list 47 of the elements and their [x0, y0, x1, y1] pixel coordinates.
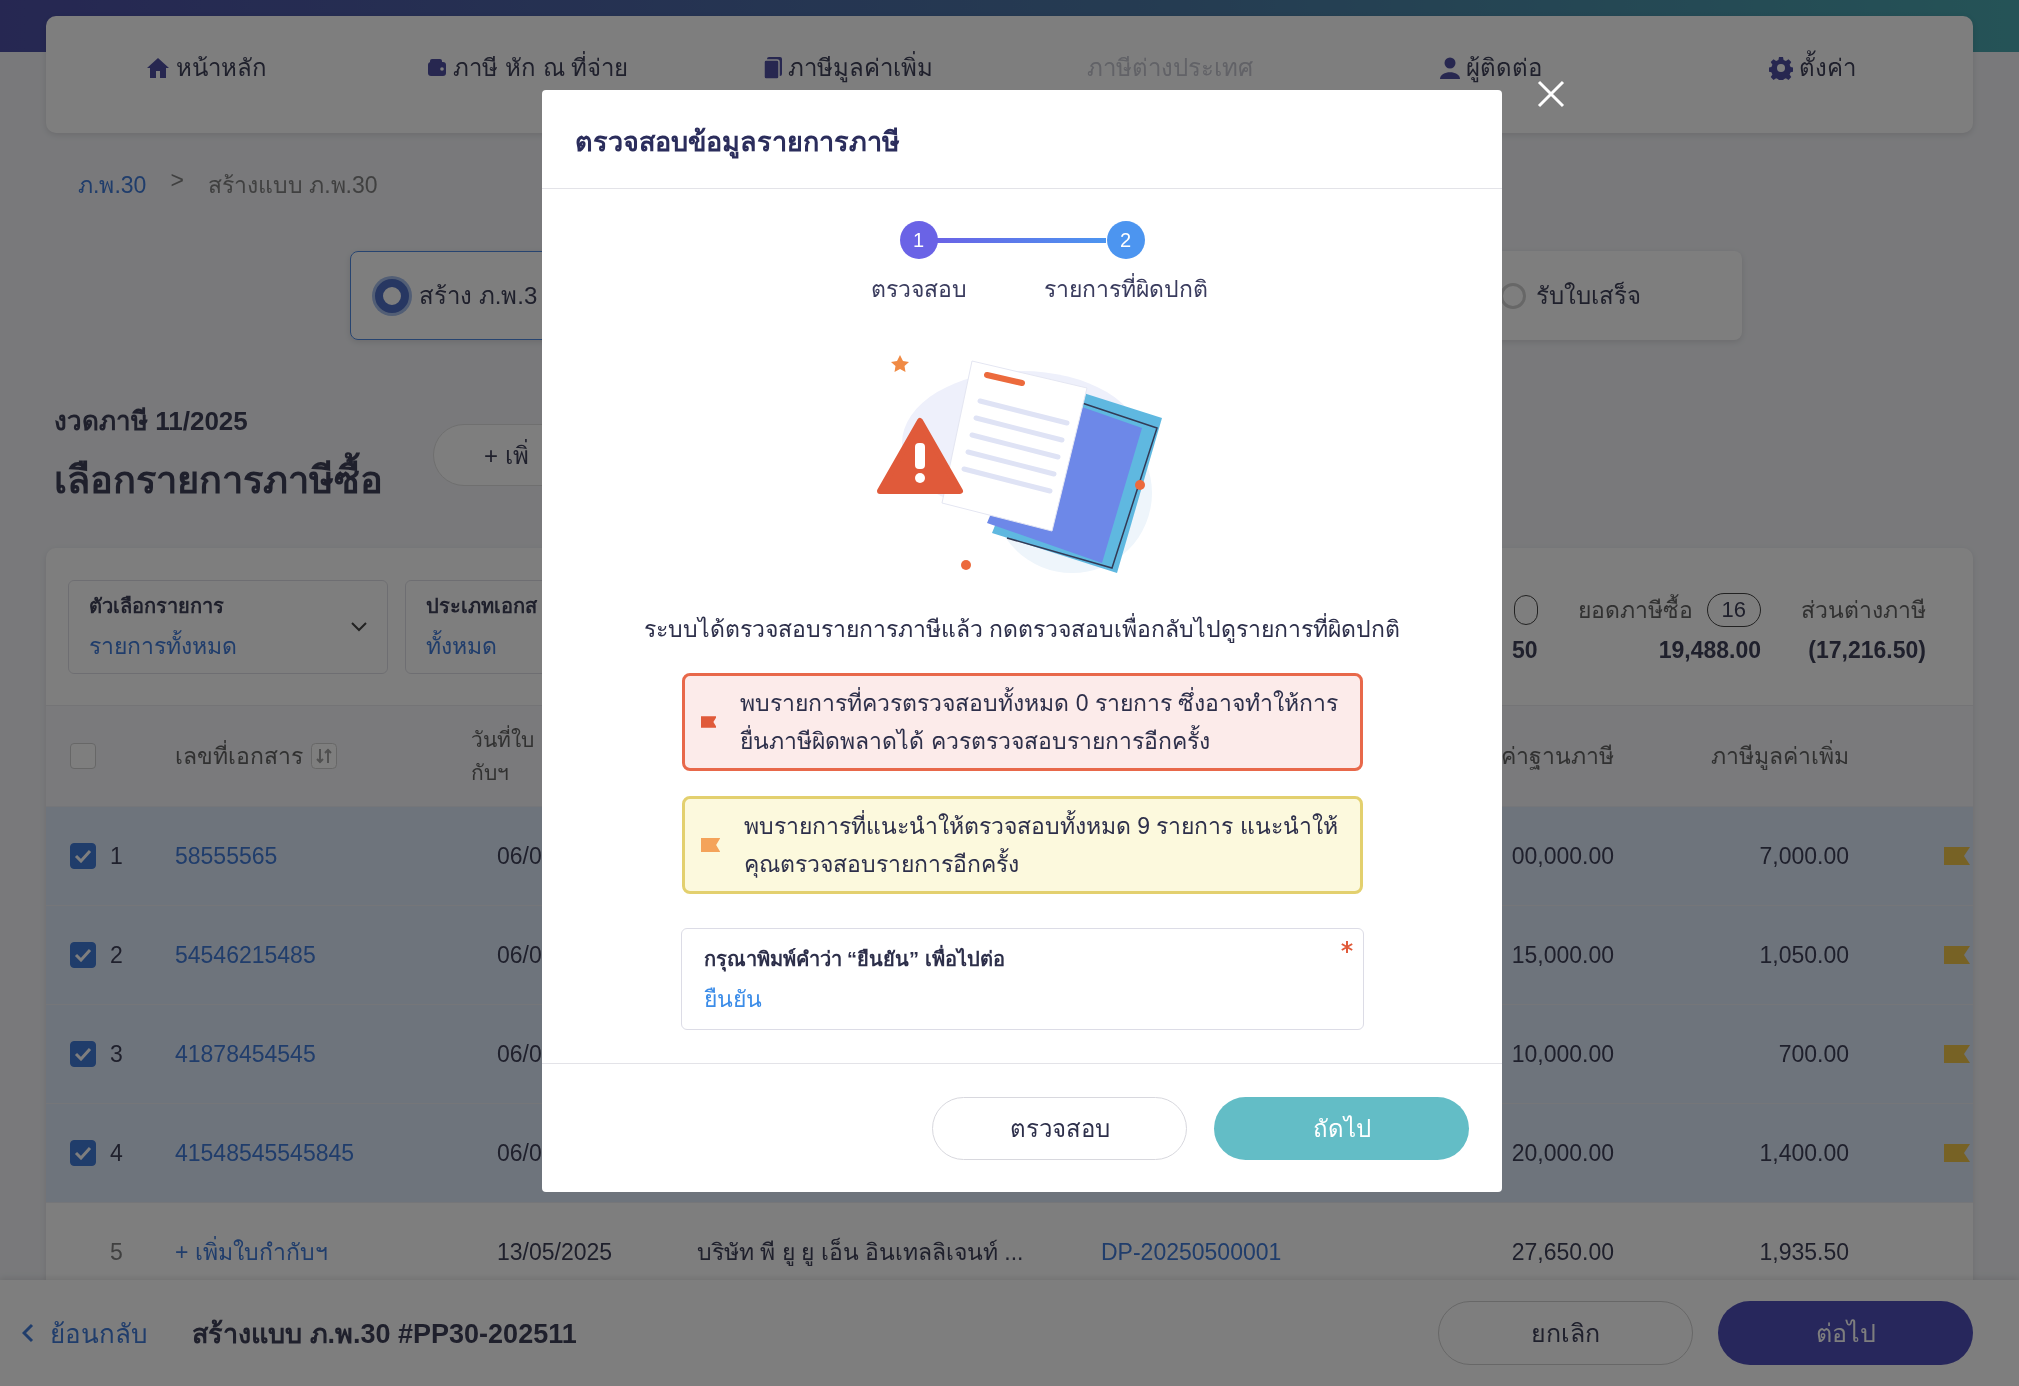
row-number: 5 — [110, 1238, 123, 1266]
modal-message: ระบบได้ตรวจสอบรายการภาษีแล้ว กดตรวจสอบเพื่อกลับไปดูรายการที่ผิดปกติ — [643, 611, 1401, 647]
amount-cell: 15,000.00 — [1511, 941, 1614, 968]
filter-label: ตัวเลือกรายการ — [89, 593, 225, 619]
field-label: กรุณาพิมพ์คำว่า “ยืนยัน” เพื่อไปต่อ — [703, 943, 1341, 975]
breadcrumb-separator: > — [170, 167, 184, 195]
amount-cell: 10,000.00 — [1511, 1040, 1614, 1067]
filter-label: ประเภทเอกส — [426, 593, 537, 619]
date-cell: 06/0 — [497, 842, 542, 869]
step-number: 1 — [899, 221, 938, 259]
amount-cell: 1,935.50 — [1759, 1238, 1849, 1265]
breadcrumb-current: สร้างแบบ ภ.พ.30 — [207, 171, 378, 197]
company-cell: บริษัท พี ยู ยู เอ็น อินเทลลิเจนท์ ... — [697, 1239, 1024, 1265]
filter-value: รายการทั้งหมด — [89, 629, 237, 661]
summary-value: 19,488.00 — [1658, 637, 1761, 664]
filter-value: ทั้งหมด — [426, 629, 498, 661]
row-number: 1 — [110, 842, 123, 870]
date-cell: 06/0 — [497, 1139, 542, 1166]
step-label: รายการที่ผิดปกติ — [1043, 271, 1208, 307]
amount-cell: 27,650.00 — [1511, 1238, 1614, 1265]
period-label: งวดภาษี 11/2025 — [54, 405, 249, 438]
column-header: เลขที่เอกสาร — [175, 738, 303, 774]
step-number: 2 — [1106, 221, 1145, 259]
amount-cell: 7,000.00 — [1759, 842, 1849, 869]
column-header: ค่าฐานภาษี — [1501, 743, 1614, 769]
date-cell: 06/0 — [497, 941, 542, 968]
summary-label: ยอดภาษีซื้อ — [1577, 592, 1693, 628]
modal-title: ตรวจสอบข้อมูลรายการภาษี — [542, 90, 1502, 189]
row-number: 3 — [110, 1040, 123, 1068]
field-value: ยืนยัน — [703, 985, 763, 1014]
summary-value: 50 — [1511, 637, 1538, 664]
page-heading: เลือกรายการภาษีซื้อ — [54, 449, 383, 510]
date-cell: 06/0 — [497, 1040, 542, 1067]
alert-text: พบรายการที่แนะนำให้ตรวจสอบทั้งหมด 9 รายการ แนะนำให้คุณตรวจสอบรายการอีกครั้ง — [743, 807, 1342, 883]
summary-label: ส่วนต่างภาษี — [1801, 596, 1926, 625]
summary-value: (17,216.50) — [1808, 637, 1926, 664]
footer-title: สร้างแบบ ภ.พ.30 #PP30-202511 — [192, 1317, 577, 1351]
row-number: 2 — [110, 941, 123, 969]
amount-cell: 00,000.00 — [1511, 842, 1614, 869]
row-number: 4 — [110, 1139, 123, 1167]
amount-cell: 20,000.00 — [1511, 1139, 1614, 1166]
amount-cell: 700.00 — [1778, 1040, 1849, 1067]
step-label: ตรวจสอบ — [870, 275, 967, 304]
amount-cell: 1,400.00 — [1759, 1139, 1849, 1166]
date-cell: 13/05/2025 — [497, 1238, 613, 1265]
alert-text: พบรายการที่ควรตรวจสอบทั้งหมด 0 รายการ ซึ่งอาจทำให้การยื่นภาษีผิดพลาดได้ ควรตรวจสอบรายการอีกครั้ง — [740, 684, 1342, 760]
amount-cell: 1,050.00 — [1759, 941, 1849, 968]
